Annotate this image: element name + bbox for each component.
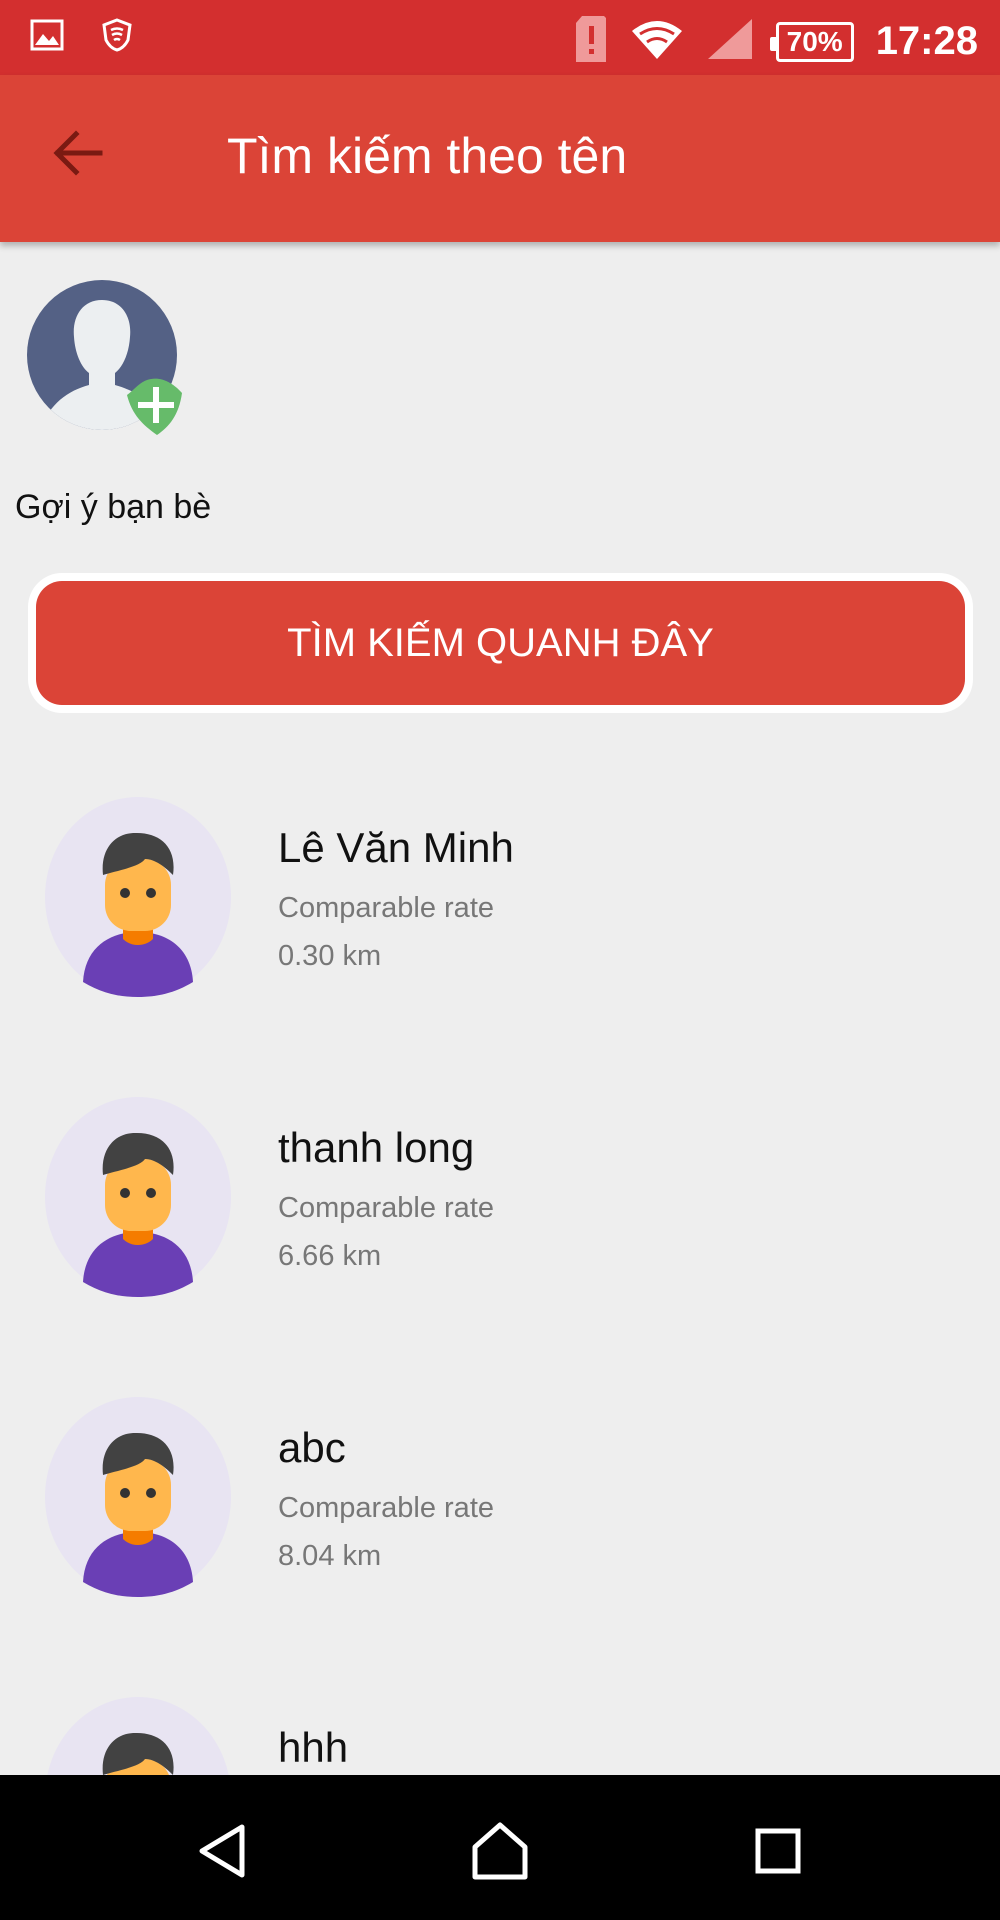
avatar: [45, 1697, 231, 1775]
back-button[interactable]: [38, 115, 118, 195]
add-friend-icon: [27, 275, 207, 460]
arrow-back-icon: [52, 129, 104, 182]
item-name: thanh long: [278, 1124, 475, 1171]
item-name: hhh: [278, 1724, 349, 1771]
wifi-icon: [630, 17, 684, 66]
nav-home-button[interactable]: [460, 1813, 540, 1893]
home-icon: [470, 1821, 530, 1886]
item-name: abc: [278, 1424, 346, 1471]
list-item[interactable]: hhh: [0, 1680, 1000, 1775]
list-item[interactable]: abc Comparable rate 8.04 km: [0, 1380, 1000, 1680]
avatar: [45, 1397, 231, 1597]
navigation-bar: [0, 1775, 1000, 1920]
gallery-icon: [30, 19, 64, 56]
shield-icon: [102, 18, 132, 57]
item-subtitle: Comparable rate: [278, 1192, 494, 1224]
item-subtitle: Comparable rate: [278, 892, 494, 924]
signal-icon: [706, 17, 754, 66]
recents-icon: [753, 1826, 803, 1881]
item-name: Lê Văn Minh: [278, 824, 514, 871]
sim-alert-icon: [574, 14, 608, 69]
results-list: Lê Văn Minh Comparable rate 0.30 km than…: [0, 780, 1000, 1775]
app-bar: Tìm kiếm theo tên: [0, 75, 1000, 242]
item-distance: 8.04 km: [278, 1540, 382, 1572]
avatar: [45, 1097, 231, 1297]
clock: 17:28: [875, 19, 978, 63]
nav-recents-button[interactable]: [738, 1813, 818, 1893]
page-title: Tìm kiếm theo tên: [227, 128, 628, 184]
status-bar: 70% 17:28: [0, 0, 1000, 75]
search-nearby-button[interactable]: TÌM KIẾM QUANH ĐÂY: [36, 581, 965, 705]
item-subtitle: Comparable rate: [278, 1492, 494, 1524]
battery-icon: 70%: [769, 21, 854, 62]
back-triangle-icon: [196, 1823, 248, 1884]
list-item[interactable]: thanh long Comparable rate 6.66 km: [0, 1080, 1000, 1380]
nav-back-button[interactable]: [182, 1813, 262, 1893]
friend-suggestion-label: Gợi ý bạn bè: [15, 488, 212, 526]
item-distance: 0.30 km: [278, 940, 382, 972]
search-nearby-container: TÌM KIẾM QUANH ĐÂY: [28, 573, 973, 713]
item-distance: 6.66 km: [278, 1240, 382, 1272]
friend-suggestion-button[interactable]: Gợi ý bạn bè: [15, 270, 215, 535]
list-item[interactable]: Lê Văn Minh Comparable rate 0.30 km: [0, 780, 1000, 1080]
avatar: [45, 797, 231, 997]
